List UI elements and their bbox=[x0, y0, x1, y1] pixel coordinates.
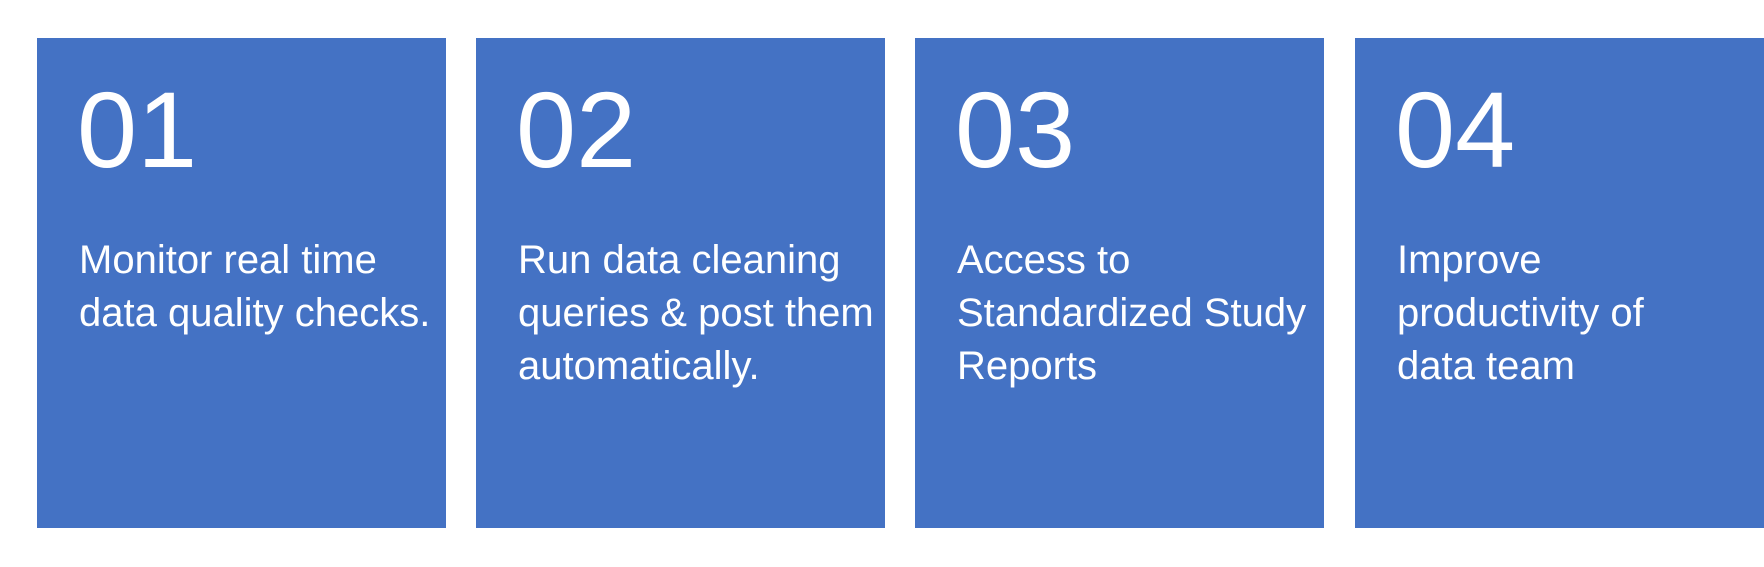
step-cards: 01 Monitor real time data quality checks… bbox=[0, 0, 1764, 567]
step-number: 04 bbox=[1395, 69, 1516, 190]
step-card-01: 01 Monitor real time data quality checks… bbox=[37, 38, 446, 528]
step-card-03: 03 Access to Standardized Study Reports bbox=[915, 38, 1324, 528]
step-description: Access to Standardized Study Reports bbox=[957, 238, 1307, 388]
step-number: 02 bbox=[516, 69, 637, 190]
step-card-04: 04 Improve productivity of data team bbox=[1355, 38, 1764, 528]
step-card-02: 02 Run data cleaning queries & post them… bbox=[476, 38, 885, 528]
step-description: Run data cleaning queries & post them au… bbox=[518, 238, 874, 388]
step-number: 03 bbox=[955, 69, 1076, 190]
step-description: Monitor real time data quality checks. bbox=[79, 238, 431, 335]
step-number: 01 bbox=[77, 69, 198, 190]
step-description: Improve productivity of data team bbox=[1397, 238, 1644, 388]
